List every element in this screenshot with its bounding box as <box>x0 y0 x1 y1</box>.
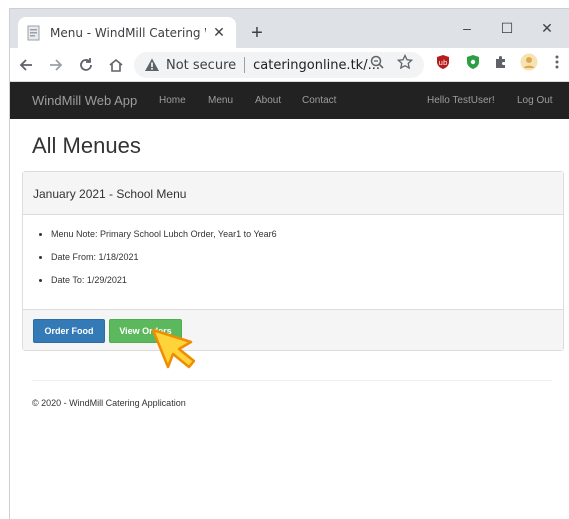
maximize-icon[interactable]: ☐ <box>488 15 526 41</box>
tab-title: Menu - WindMill Catering WebA <box>50 25 206 40</box>
warning-icon <box>144 57 160 73</box>
list-item: Menu Note: Primary School Lubch Order, Y… <box>51 229 277 239</box>
menu-panel: January 2021 - School Menu Menu Note: Pr… <box>22 171 564 351</box>
close-window-icon[interactable]: ✕ <box>528 15 566 41</box>
panel-footer: Order Food View Orders <box>23 309 563 350</box>
panel-heading: January 2021 - School Menu <box>23 172 563 215</box>
tab-close-icon[interactable]: ✕ <box>210 24 228 42</box>
logout-link[interactable]: Log Out <box>517 95 553 106</box>
new-tab-icon[interactable]: + <box>246 22 268 44</box>
footer-divider <box>32 380 552 381</box>
shield-extension-icon[interactable] <box>464 53 482 71</box>
page-title: All Menues <box>32 133 141 158</box>
browser-tab[interactable]: Menu - WindMill Catering WebA ✕ <box>18 17 236 48</box>
extensions-puzzle-icon[interactable] <box>492 53 510 71</box>
menu-kebab-icon[interactable] <box>548 53 566 71</box>
forward-icon[interactable] <box>44 53 68 77</box>
nav-contact-link[interactable]: Contact <box>302 95 336 106</box>
nav-home-link[interactable]: Home <box>159 95 186 106</box>
profile-avatar-icon[interactable] <box>520 53 538 71</box>
back-icon[interactable] <box>14 53 38 77</box>
ublock-extension-icon[interactable]: ub <box>434 53 452 71</box>
bookmark-star-icon[interactable] <box>396 53 414 71</box>
panel-body: Menu Note: Primary School Lubch Order, Y… <box>23 215 563 309</box>
tab-strip: Menu - WindMill Catering WebA ✕ + – ☐ ✕ <box>10 9 569 48</box>
user-greeting-link[interactable]: Hello TestUser! <box>427 95 495 106</box>
order-food-button[interactable]: Order Food <box>33 319 105 343</box>
home-icon[interactable] <box>104 53 128 77</box>
nav-about-link[interactable]: About <box>255 95 281 106</box>
click-pointer-icon <box>151 328 196 369</box>
reload-icon[interactable] <box>74 53 98 77</box>
brand-link[interactable]: WindMill Web App <box>32 93 137 108</box>
svg-text:ub: ub <box>439 59 448 67</box>
list-item: Date From: 1/18/2021 <box>51 252 277 262</box>
page-favicon-icon <box>26 25 42 41</box>
not-secure-label: Not secure <box>166 57 237 73</box>
zoom-icon[interactable] <box>368 53 386 71</box>
site-navbar: WindMill Web App Home Menu About Contact… <box>10 82 569 119</box>
web-page: WindMill Web App Home Menu About Contact… <box>10 82 569 519</box>
address-separator <box>244 57 246 73</box>
minimize-icon[interactable]: – <box>448 15 486 41</box>
url-text[interactable]: cateringonline.tk/... <box>253 58 380 73</box>
panel-title: January 2021 - School Menu <box>33 187 187 201</box>
list-item: Date To: 1/29/2021 <box>51 275 277 285</box>
menu-details-list: Menu Note: Primary School Lubch Order, Y… <box>51 229 277 298</box>
page-footer: © 2020 - WindMill Catering Application <box>32 398 186 408</box>
browser-window: Menu - WindMill Catering WebA ✕ + – ☐ ✕ … <box>9 8 569 519</box>
nav-menu-link[interactable]: Menu <box>208 95 233 106</box>
browser-toolbar: Not secure cateringonline.tk/... ub <box>10 48 569 82</box>
